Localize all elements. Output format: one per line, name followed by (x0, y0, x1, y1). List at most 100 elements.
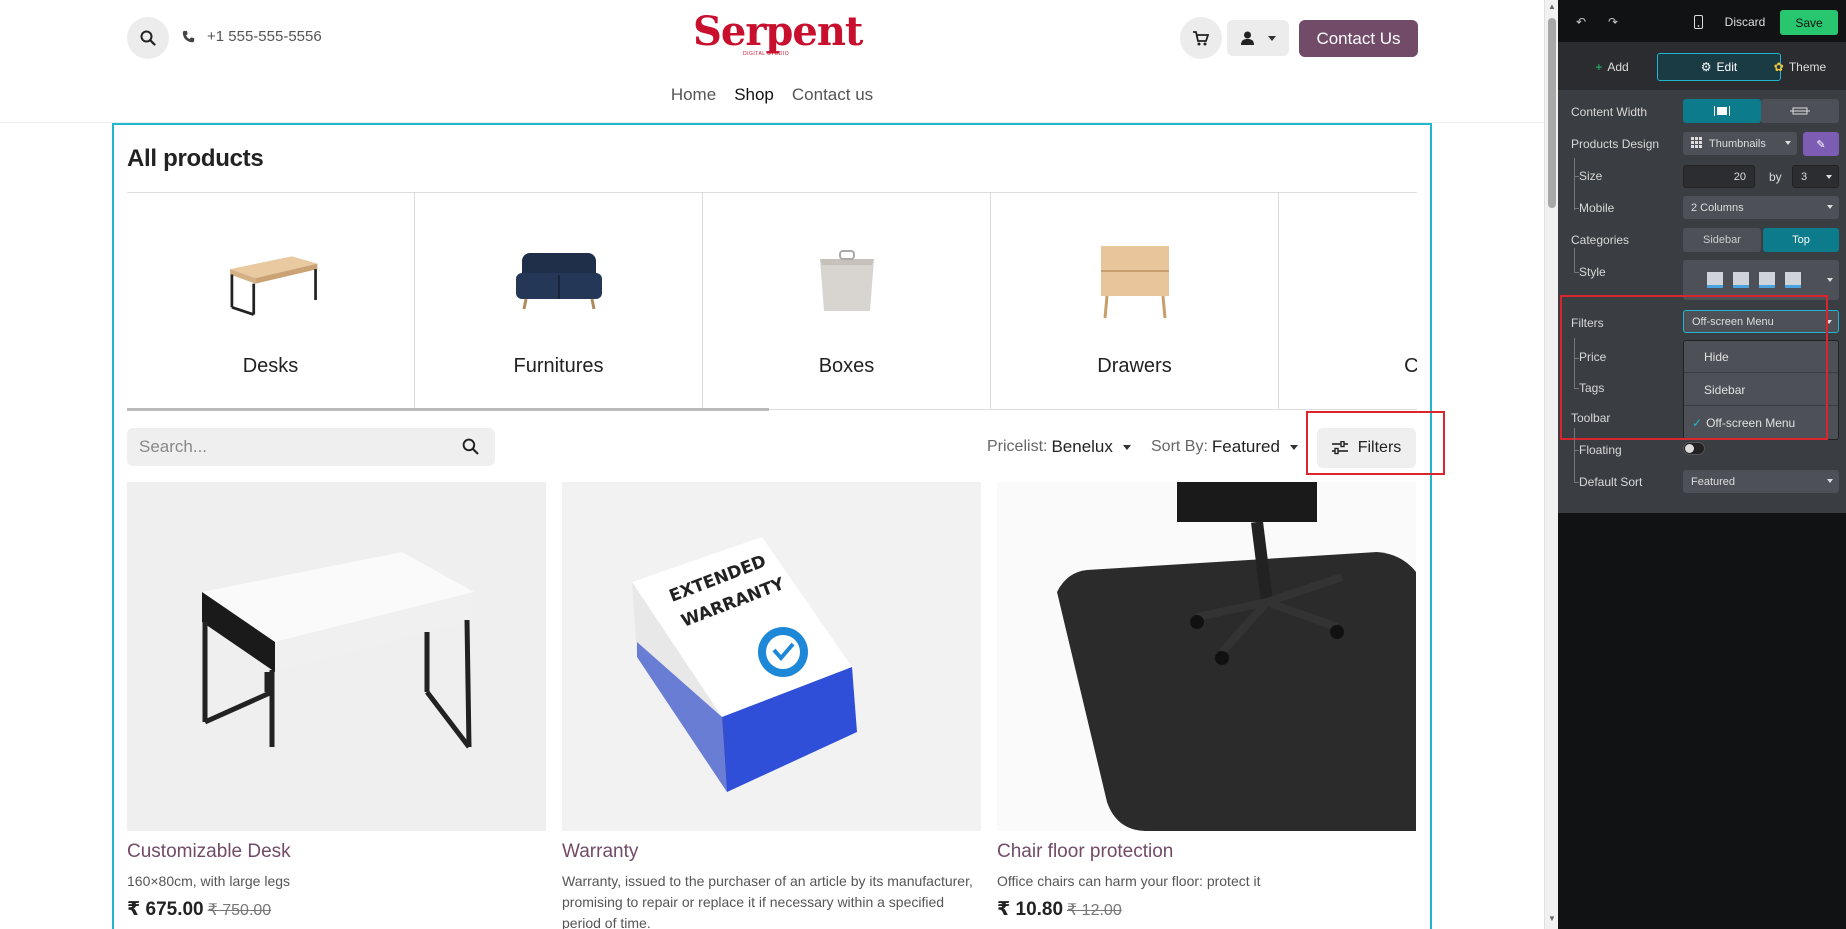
product-name[interactable]: Warranty (562, 841, 981, 863)
price-old: ₹ 12.00 (1067, 902, 1122, 919)
design-customize-button[interactable]: ✎ (1803, 132, 1839, 156)
nav-contact[interactable]: Contact us (792, 85, 873, 105)
product-name[interactable]: Customizable Desk (127, 841, 546, 863)
chevron-down-icon (1267, 35, 1276, 41)
tab-theme[interactable]: ✿ Theme (1770, 53, 1830, 81)
discard-button[interactable]: Discard (1720, 12, 1770, 32)
cart-button[interactable] (1180, 17, 1222, 59)
product-image[interactable]: EXTENDED WARRANTY (562, 482, 981, 831)
category-desks[interactable]: Desks (127, 193, 415, 410)
tree-line (1574, 428, 1575, 482)
chevron-down-icon (1122, 444, 1131, 450)
category-thumbnail (221, 235, 321, 325)
price-current: ₹ 675.00 (127, 899, 204, 920)
style-option-icon (1707, 272, 1723, 288)
redo-icon[interactable]: ↷ (1605, 12, 1621, 32)
sort-dropdown[interactable]: Sort By: Featured (1151, 437, 1298, 457)
palette-icon: ✿ (1773, 60, 1784, 74)
plus-icon: + (1595, 60, 1603, 74)
grid-icon (1691, 137, 1702, 151)
floating-toggle[interactable] (1683, 442, 1705, 455)
tree-line (1574, 248, 1575, 272)
products-design-value: Thumbnails (1709, 137, 1766, 150)
product-image[interactable] (997, 482, 1416, 831)
contact-us-button[interactable]: Contact Us (1299, 20, 1418, 57)
category-cabinets[interactable]: Cab (1279, 193, 1417, 410)
mobile-columns-select[interactable]: 2 Columns (1683, 196, 1839, 219)
sort-label: Sort By: (1151, 438, 1208, 455)
scroll-down-icon[interactable]: ▼ (1548, 914, 1556, 923)
content-width-full-button[interactable] (1761, 99, 1839, 123)
style-option-icon (1733, 272, 1749, 288)
size-by-label: by (1769, 170, 1782, 184)
chevron-down-icon (1785, 141, 1791, 145)
products-design-select[interactable]: Thumbnails (1683, 132, 1797, 155)
size-input[interactable]: 20 (1683, 165, 1755, 188)
header-phone[interactable]: +1 555-555-5556 (182, 28, 322, 45)
product-search-input[interactable]: Search... (127, 428, 495, 466)
save-button[interactable]: Save (1780, 10, 1838, 35)
product-price: ₹ 10.80 ₹ 12.00 (997, 898, 1416, 921)
nav-home[interactable]: Home (671, 85, 716, 105)
search-button[interactable] (127, 17, 169, 59)
paintbrush-icon: ✎ (1816, 138, 1826, 151)
default-sort-value: Featured (1691, 475, 1736, 488)
default-sort-select[interactable]: Featured (1683, 470, 1839, 493)
tab-edit-label: Edit (1716, 60, 1738, 74)
categories-sidebar-button[interactable]: Sidebar (1683, 228, 1761, 252)
search-icon (140, 30, 156, 46)
category-style-select[interactable] (1683, 260, 1839, 300)
tab-edit[interactable]: ⚙ Edit (1657, 53, 1781, 81)
search-icon[interactable] (462, 438, 479, 455)
chevron-down-icon (1289, 444, 1298, 450)
category-drawers[interactable]: Drawers (991, 193, 1279, 410)
pricelist-dropdown[interactable]: Pricelist: Benelux (987, 437, 1131, 457)
page-title: All products (127, 145, 264, 172)
product-name[interactable]: Chair floor protection (997, 841, 1416, 863)
product-card-warranty[interactable]: EXTENDED WARRANTY Warranty Warranty, issu… (562, 482, 981, 929)
mobile-preview-icon[interactable] (1690, 12, 1706, 32)
category-boxes[interactable]: Boxes (703, 193, 991, 410)
product-card-chair-floor-protection[interactable]: Chair floor protection Office chairs can… (997, 482, 1416, 921)
search-placeholder: Search... (139, 437, 208, 456)
category-label: Desks (242, 355, 299, 377)
toolbar-label: Toolbar (1571, 411, 1611, 425)
products-design-label: Products Design (1571, 137, 1660, 151)
style-option-icon (1785, 272, 1801, 288)
product-price: ₹ 675.00 ₹ 750.00 (127, 898, 546, 921)
width-normal-icon (1714, 106, 1730, 116)
site-logo[interactable]: Serpent DIGITAL STUDIO (693, 10, 863, 60)
category-label: Cab (1404, 355, 1417, 378)
size-columns-input[interactable]: 3 (1792, 165, 1839, 188)
chevron-down-icon (1827, 479, 1833, 483)
category-furnitures[interactable]: Furnitures (415, 193, 703, 410)
content-width-label: Content Width (1571, 105, 1648, 119)
page-scrollbar[interactable]: ▲ ▼ (1544, 0, 1558, 929)
category-thumbnail (1373, 235, 1418, 325)
category-thumbnail (797, 235, 897, 325)
sliders-icon: ⚙ (1700, 60, 1712, 74)
size-columns-value: 3 (1801, 170, 1808, 183)
nav-shop[interactable]: Shop (734, 85, 774, 105)
chevron-down-icon (1826, 175, 1832, 179)
product-card-customizable-desk[interactable]: Customizable Desk 160×80cm, with large l… (127, 482, 546, 921)
categories-label: Categories (1571, 233, 1630, 247)
style-label: Style (1579, 265, 1606, 279)
category-label: Drawers (1097, 355, 1172, 377)
user-menu-button[interactable] (1227, 20, 1289, 56)
phone-number: +1 555-555-5556 (207, 28, 322, 45)
undo-icon[interactable]: ↶ (1573, 12, 1589, 32)
category-scroll-indicator[interactable] (127, 408, 769, 411)
categories-top-button[interactable]: Top (1763, 228, 1839, 252)
chevron-down-icon (1827, 205, 1833, 209)
chevron-down-icon (1827, 278, 1833, 282)
highlight-box-filters-button (1306, 411, 1445, 475)
scrollbar-thumb[interactable] (1548, 18, 1556, 208)
content-width-normal-button[interactable] (1683, 99, 1761, 123)
width-full-icon (1790, 107, 1810, 115)
default-sort-label: Default Sort (1579, 475, 1643, 489)
user-icon (1240, 31, 1254, 45)
product-image[interactable] (127, 482, 546, 831)
tab-add[interactable]: + Add (1588, 53, 1636, 81)
scroll-up-icon[interactable]: ▲ (1548, 2, 1556, 11)
